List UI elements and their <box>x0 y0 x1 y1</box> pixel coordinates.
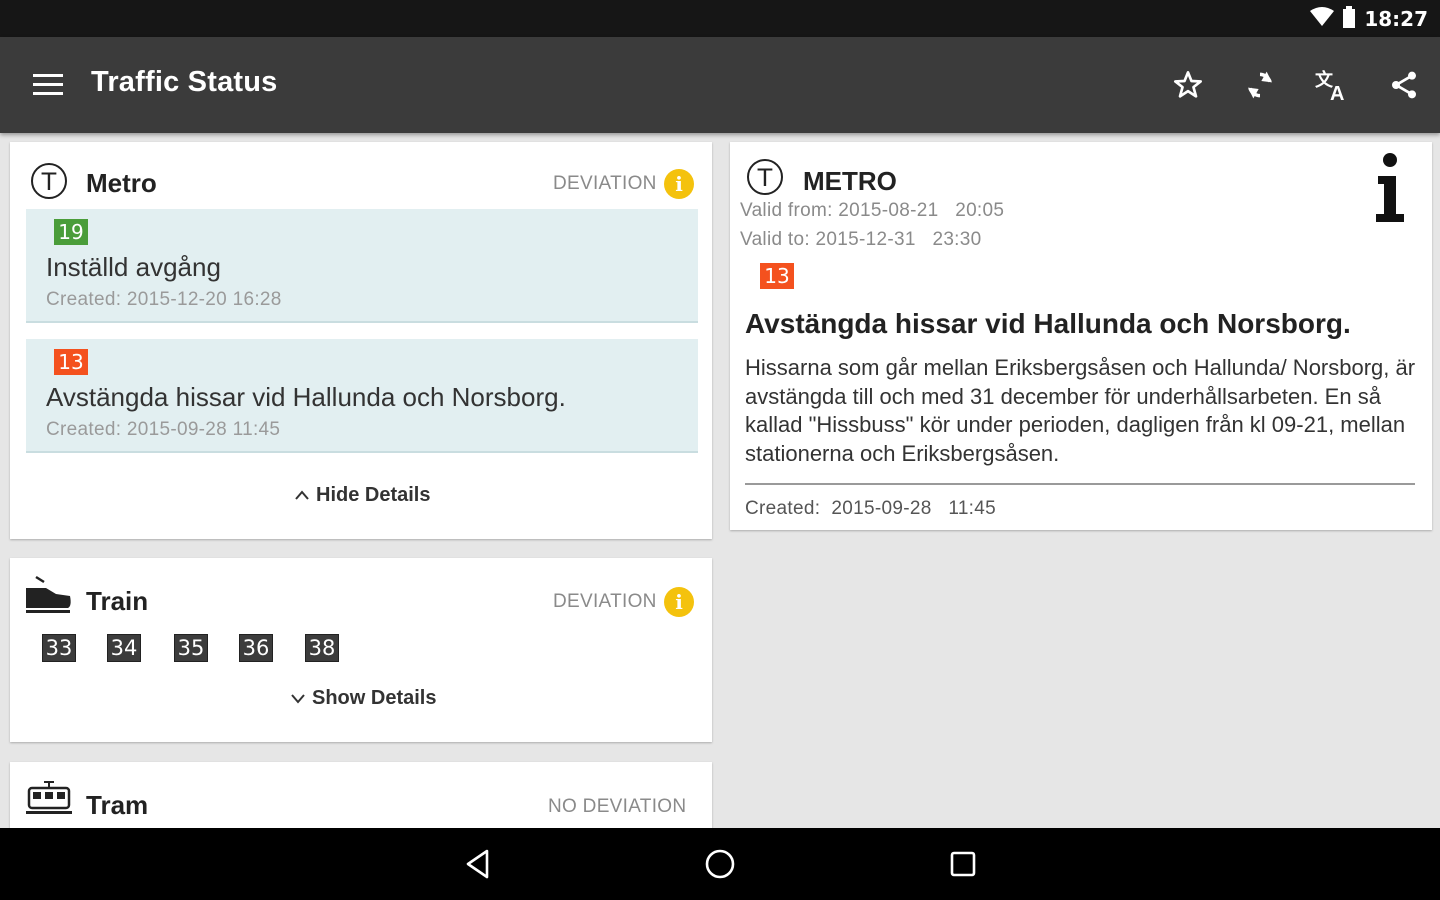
menu-icon[interactable] <box>33 71 63 97</box>
info-icon <box>1370 150 1410 231</box>
metro-status: DEVIATION <box>553 173 657 194</box>
deviation-detail-panel: T METRO Valid from: 2015-08-21 20:05 Val… <box>730 142 1432 530</box>
status-time: 18:27 <box>1364 7 1428 31</box>
deviation-created: Created: 2015-12-20 16:28 <box>46 289 282 310</box>
status-bar: 18:27 <box>0 0 1440 37</box>
line-badge: 38 <box>305 634 339 662</box>
navigation-bar <box>0 828 1440 900</box>
train-card: Train DEVIATION i 33 34 35 36 38 Show De… <box>10 558 712 742</box>
share-icon[interactable] <box>1384 65 1424 105</box>
app-bar: Traffic Status 文A <box>0 37 1440 133</box>
back-icon[interactable] <box>458 846 498 882</box>
svg-text:A: A <box>1330 83 1344 102</box>
recents-icon[interactable] <box>943 846 983 882</box>
deviation-created: Created: 2015-09-28 11:45 <box>46 419 281 440</box>
deviation-item-19[interactable]: 19 Inställd avgång Created: 2015-12-20 1… <box>26 209 698 323</box>
info-icon: i <box>664 587 694 617</box>
show-details-label: Show Details <box>312 687 437 709</box>
tram-card[interactable]: Tram NO DEVIATION <box>10 762 712 828</box>
train-title: Train <box>86 586 149 616</box>
deviation-item-13[interactable]: 13 Avstängda hissar vid Hallunda och Nor… <box>26 339 698 453</box>
line-badge: 13 <box>760 263 794 289</box>
detail-mode-title: METRO <box>803 166 897 196</box>
chevron-down-icon <box>290 687 306 710</box>
divider <box>745 483 1415 485</box>
svg-text:T: T <box>41 168 57 196</box>
tram-status: NO DEVIATION <box>548 796 687 817</box>
line-badge: 35 <box>174 634 208 662</box>
train-status: DEVIATION <box>553 591 657 612</box>
app-title: Traffic Status <box>91 66 278 98</box>
train-icon <box>24 574 74 619</box>
metro-icon: T <box>746 158 784 201</box>
detail-description: Hissarna som går mellan Eriksbergsåsen o… <box>745 355 1416 466</box>
deviation-title: Inställd avgång <box>46 252 221 282</box>
valid-to: Valid to: 2015-12-31 23:30 <box>740 229 982 250</box>
home-icon[interactable] <box>700 846 740 882</box>
line-badge: 19 <box>54 219 88 245</box>
metro-icon: T <box>30 162 68 205</box>
detail-title: Avstängda hissar vid Hallunda och Norsbo… <box>745 308 1351 339</box>
hide-details-label: Hide Details <box>316 484 431 506</box>
show-details-button[interactable]: Show Details <box>290 687 436 710</box>
battery-icon <box>1342 5 1356 33</box>
tram-icon <box>24 780 74 821</box>
chevron-up-icon <box>294 484 310 507</box>
hide-details-button[interactable]: Hide Details <box>294 484 430 507</box>
tram-title: Tram <box>86 790 149 820</box>
valid-from: Valid from: 2015-08-21 20:05 <box>740 200 1005 221</box>
line-badge: 36 <box>239 634 273 662</box>
translate-icon[interactable]: 文A <box>1312 65 1352 105</box>
detail-created: Created: 2015-09-28 11:45 <box>745 498 996 519</box>
star-icon[interactable] <box>1168 65 1208 105</box>
info-icon: i <box>664 169 694 199</box>
metro-card: T Metro DEVIATION i 19 Inställd avgång C… <box>10 142 712 539</box>
line-badge: 33 <box>42 634 76 662</box>
svg-text:T: T <box>757 164 773 192</box>
wifi-icon <box>1310 6 1335 32</box>
line-badge: 34 <box>107 634 141 662</box>
line-badge: 13 <box>54 349 88 375</box>
status-indicators: 18:27 <box>1310 5 1428 33</box>
metro-title: Metro <box>86 168 157 198</box>
deviation-title: Avstängda hissar vid Hallunda och Norsbo… <box>46 382 566 412</box>
refresh-icon[interactable] <box>1240 65 1280 105</box>
